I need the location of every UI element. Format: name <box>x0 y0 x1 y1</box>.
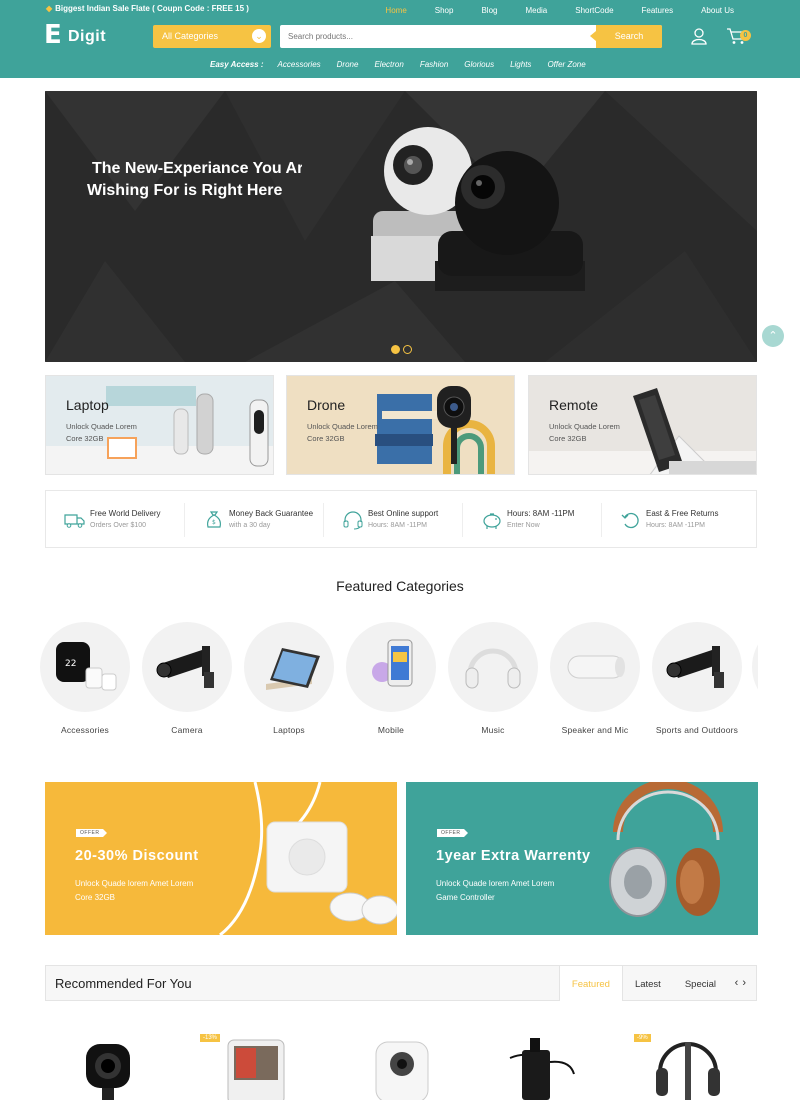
category-laptops[interactable]: Laptops <box>244 622 334 735</box>
easy-link-offer-zone[interactable]: Offer Zone <box>547 60 585 69</box>
recommended-tabs: Featured Latest Special <box>558 966 728 1001</box>
return-icon <box>621 512 639 529</box>
chevron-down-icon: ⌄ <box>252 29 266 43</box>
banner-title: Laptop <box>66 397 109 413</box>
smartphone-image <box>372 639 413 687</box>
slider-dot-1[interactable] <box>391 345 400 354</box>
banner-title: Drone <box>307 397 346 413</box>
search-input[interactable] <box>288 30 588 43</box>
banner-desc: Unlock Quade Lorem Core 32GB <box>66 422 137 443</box>
easy-link-electron[interactable]: Electron <box>374 60 403 69</box>
category-mobile[interactable]: Mobile <box>346 622 436 735</box>
tablet-image <box>266 648 320 690</box>
service-item: Free World Delivery Orders Over $100 <box>46 491 185 549</box>
nav-shop[interactable]: Shop <box>421 6 468 15</box>
scroll-to-top-button[interactable]: ⌃ <box>762 325 784 347</box>
nav-home[interactable]: Home <box>371 6 420 15</box>
service-item: Hours: 8AM -11PM Enter Now <box>463 491 602 549</box>
headphones-image <box>465 648 521 689</box>
tab-special[interactable]: Special <box>673 966 728 1001</box>
offer-badge: OFFER <box>437 829 469 837</box>
banner-desc: Unlock Quade Lorem Core 32GB <box>549 422 620 443</box>
chevron-right-icon[interactable]: › <box>742 977 750 989</box>
site-logo[interactable]: E Digit <box>44 20 136 50</box>
cart-count-badge: 0 <box>740 30 751 41</box>
site-header: ◆ Biggest Indian Sale Flate ( Coupn Code … <box>0 0 800 78</box>
nav-blog[interactable]: Blog <box>467 6 511 15</box>
search-button[interactable]: Search <box>590 25 662 48</box>
category-music[interactable]: Music <box>448 622 538 735</box>
category-select-value: All Categories <box>162 31 219 41</box>
offer-desc: Unlock Quade lorem Amet Lorem Game Contro… <box>436 879 555 902</box>
offer-banner-warranty[interactable]: OFFER 1year Extra Warrenty Unlock Quade … <box>406 782 758 935</box>
search-bar: Search <box>280 25 662 48</box>
piggy-bank-icon <box>483 513 501 529</box>
banner-drone[interactable]: Drone Unlock Quade Lorem Core 32GB <box>286 375 515 475</box>
service-item: $ Money Back Guarantee with a 30 day <box>185 491 324 549</box>
banner-laptop[interactable]: Laptop Unlock Quade Lorem Core 32GB <box>45 375 274 475</box>
promo-text: Biggest Indian Sale Flate ( Coupn Code :… <box>55 4 249 13</box>
hero-background <box>45 91 757 362</box>
offer-title: 20-30% Discount <box>75 848 199 864</box>
money-bag-icon: $ <box>207 511 221 528</box>
easy-link-fashion[interactable]: Fashion <box>420 60 448 69</box>
easy-access-label: Easy Access : <box>210 60 264 69</box>
cctv-camera-image <box>666 646 724 688</box>
tab-latest[interactable]: Latest <box>623 966 673 1001</box>
category-next-peek <box>752 622 758 712</box>
svg-text:$: $ <box>212 519 216 526</box>
product-bluetooth-receiver-image[interactable] <box>500 1032 580 1100</box>
headset-icon <box>343 511 363 530</box>
top-nav: Home Shop Blog Media ShortCode Features … <box>371 6 748 15</box>
category-speaker-and-mic[interactable]: Speaker and Mic <box>550 622 640 735</box>
service-item: Best Online support Hours: 8AM -11PM <box>324 491 463 549</box>
service-item: East & Free Returns Hours: 8AM -11PM <box>602 491 741 549</box>
category-select[interactable]: All Categories ⌄ <box>153 25 271 48</box>
banner-title: Remote <box>549 397 599 413</box>
product-white-camera-image[interactable] <box>362 1032 442 1100</box>
easy-link-glorious[interactable]: Glorious <box>464 60 494 69</box>
featured-categories-title: Featured Categories <box>336 578 464 594</box>
easy-access-bar: Easy Access : Accessories Drone Electron… <box>210 60 594 69</box>
category-accessories[interactable]: 22 Accessories <box>40 622 130 735</box>
recommended-header: Recommended For You Featured Latest Spec… <box>45 965 757 1001</box>
easy-link-drone[interactable]: Drone <box>337 60 359 69</box>
hero-slider[interactable]: The New-Experiance You Are Wishing For i… <box>45 91 757 362</box>
user-icon[interactable] <box>690 27 708 45</box>
nav-about-us[interactable]: About Us <box>687 6 748 15</box>
slider-dots <box>391 345 412 354</box>
thermostat-image: 22 <box>56 642 117 691</box>
promo-bar: ◆ Biggest Indian Sale Flate ( Coupn Code … <box>46 4 249 13</box>
banner-desc: Unlock Quade Lorem Core 32GB <box>307 422 378 443</box>
banner-remote[interactable]: Remote Unlock Quade Lorem Core 32GB <box>528 375 757 475</box>
easy-link-lights[interactable]: Lights <box>510 60 531 69</box>
carousel-arrows: ‹› <box>735 977 750 989</box>
nav-shortcode[interactable]: ShortCode <box>561 6 627 15</box>
cctv-camera-image <box>156 646 214 688</box>
svg-text:22: 22 <box>65 659 76 669</box>
recommended-title: Recommended For You <box>55 976 192 991</box>
tag-icon: ◆ <box>46 4 53 13</box>
offer-badge: OFFER <box>76 829 108 837</box>
offer-banner-discount[interactable]: OFFER 20-30% Discount Unlock Quade lorem… <box>45 782 397 935</box>
speaker-image <box>567 655 625 679</box>
product-ipod-image[interactable] <box>216 1032 296 1100</box>
tab-featured[interactable]: Featured <box>558 966 623 1001</box>
category-sports-and-outdoors[interactable]: Sports and Outdoors <box>652 622 742 735</box>
nav-media[interactable]: Media <box>511 6 561 15</box>
slider-dot-2[interactable] <box>403 345 412 354</box>
service-features-bar: Free World Delivery Orders Over $100 $ M… <box>45 490 757 548</box>
product-webcam-image[interactable] <box>68 1032 148 1100</box>
truck-icon <box>64 514 85 528</box>
product-headphones-image[interactable] <box>648 1032 728 1100</box>
easy-link-accessories[interactable]: Accessories <box>278 60 321 69</box>
offer-desc: Unlock Quade lorem Amet Lorem Core 32GB <box>75 879 194 902</box>
category-camera[interactable]: Camera <box>142 622 232 735</box>
nav-features[interactable]: Features <box>628 6 688 15</box>
hero-headline: The New-Experiance You Are Wishing For i… <box>87 160 302 199</box>
offer-title: 1year Extra Warrenty <box>436 848 591 864</box>
